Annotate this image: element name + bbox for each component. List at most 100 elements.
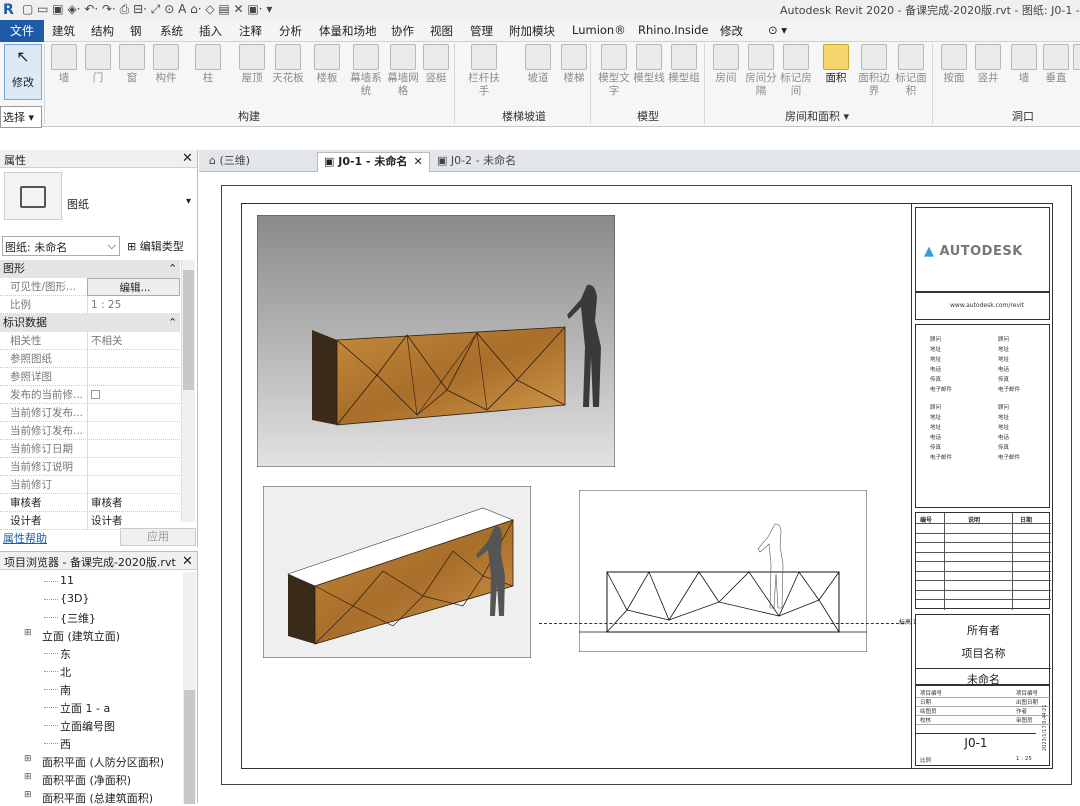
properties-scrollbar[interactable] <box>181 260 195 522</box>
window-icon <box>119 44 145 70</box>
menu-9[interactable]: 视图 <box>430 23 453 39</box>
tool-model-group-label: 模型组 <box>668 72 700 84</box>
tree-item[interactable]: 南 <box>60 682 71 698</box>
tool-curtain-system-button[interactable]: 幕墙系统 <box>350 44 382 98</box>
tool-stair-button[interactable]: 楼梯 <box>558 44 590 85</box>
tool-model-text-button[interactable]: 模型文字 <box>598 44 630 98</box>
expand-toggle[interactable]: ⊞ <box>24 754 32 764</box>
tool-curtain-grid-button[interactable]: 幕墙网格 <box>387 44 419 98</box>
menu-13[interactable]: Rhino.Inside <box>638 23 709 37</box>
menu-10[interactable]: 管理 <box>470 23 493 39</box>
tool-more-button[interactable]: 老 <box>1070 44 1080 85</box>
tree-item[interactable]: 立面 1 - a <box>60 700 110 716</box>
file-menu[interactable]: 文件 <box>0 20 44 42</box>
tree-item[interactable]: 北 <box>60 664 71 680</box>
tool-area-button[interactable]: 面积 <box>820 44 852 85</box>
menu-11[interactable]: 附加模块 <box>509 23 555 39</box>
menu-overflow[interactable]: ⊙ ▾ <box>768 23 787 37</box>
close-icon[interactable]: ✕ <box>182 151 193 166</box>
tool-ramp-button[interactable]: 坡道 <box>522 44 554 85</box>
section-identity[interactable]: 标识数据 ⌃ <box>0 314 180 332</box>
tree-item[interactable]: 立面编号图 <box>60 718 115 734</box>
tool-model-line-button[interactable]: 模型线 <box>633 44 665 85</box>
tree-item[interactable]: {3D} <box>60 592 89 605</box>
close-icon[interactable]: ✕ <box>182 554 193 569</box>
tool-wall-opening-button[interactable]: 墙 <box>1008 44 1040 85</box>
property-value <box>87 404 180 422</box>
drawing-canvas[interactable]: 标高 1 ▲ AUTODESK www.autodesk.com/revit 顾… <box>199 172 1080 803</box>
render-view-perspective[interactable] <box>257 215 615 467</box>
tool-tag-room-button[interactable]: 标记房间 <box>780 44 812 98</box>
tool-wall-button[interactable]: 墙 <box>48 44 80 85</box>
instance-selector[interactable]: 图纸: 未命名 ⌵ <box>2 236 120 256</box>
tool-tag-area-button[interactable]: 标记面积 <box>895 44 927 98</box>
tool-roof-button[interactable]: 屋顶 <box>236 44 268 85</box>
tree-line <box>44 725 58 726</box>
expand-toggle[interactable]: ⊞ <box>24 628 32 638</box>
tree-item[interactable]: 11 <box>60 574 74 587</box>
tool-mullion-button[interactable]: 竖梃 <box>420 44 452 85</box>
menu-6[interactable]: 分析 <box>279 23 302 39</box>
tab-0[interactable]: ⌂ (三维) <box>203 152 256 172</box>
tree-item[interactable]: 西 <box>60 736 71 752</box>
tool-door-button[interactable]: 门 <box>82 44 114 85</box>
tool-floor-button[interactable]: 楼板 <box>311 44 343 85</box>
tab-1[interactable]: ▣ J0-1 - 未命名 ✕ <box>317 152 430 172</box>
menu-7[interactable]: 体量和场地 <box>319 23 377 39</box>
tree-item[interactable]: {三维} <box>60 610 96 626</box>
revit-logo-icon[interactable]: R <box>3 2 14 18</box>
render-view-axonometric[interactable] <box>263 486 531 658</box>
menu-4[interactable]: 插入 <box>199 23 222 39</box>
tool-railing-label: 栏杆扶手 <box>468 72 500 97</box>
edit-type-button[interactable]: ⊞ 编辑类型 <box>125 236 195 256</box>
tree-item[interactable]: 面积平面 (总建筑面积) <box>42 790 153 806</box>
revision-table: 编号 说明 日期 <box>915 512 1051 610</box>
tool-curtain-system-label: 幕墙系统 <box>350 72 382 97</box>
tool-ceiling-button[interactable]: 天花板 <box>272 44 304 85</box>
tool-model-line-label: 模型线 <box>633 72 665 84</box>
tool-model-group-button[interactable]: 模型组 <box>668 44 700 85</box>
menu-8[interactable]: 协作 <box>391 23 414 39</box>
browser-scrollbar[interactable] <box>183 572 196 804</box>
tree-item[interactable]: 面积平面 (净面积) <box>42 772 131 788</box>
tree-item[interactable]: 面积平面 (人防分区面积) <box>42 754 164 770</box>
type-dropdown-icon[interactable]: ▾ <box>186 196 191 207</box>
menu-0[interactable]: 建筑 <box>52 23 75 39</box>
tool-room-button[interactable]: 房间 <box>710 44 742 85</box>
wall-opening-icon <box>1011 44 1037 70</box>
tool-railing-button[interactable]: 栏杆扶手 <box>468 44 500 98</box>
close-icon[interactable]: ✕ <box>413 155 422 168</box>
tab-label: J0-1 - 未命名 <box>338 155 408 168</box>
tool-area-boundary-button[interactable]: 面积边界 <box>858 44 890 98</box>
menu-5[interactable]: 注释 <box>239 23 262 39</box>
property-value[interactable]: 编辑... <box>87 278 180 296</box>
select-dropdown[interactable]: 选择 ▾ <box>0 106 42 128</box>
section-graphics[interactable]: 图形 ⌃ <box>0 260 180 278</box>
tool-mullion-label: 竖梃 <box>425 72 447 84</box>
menu-1[interactable]: 结构 <box>91 23 114 39</box>
modify-button[interactable]: ↖ 修改 <box>4 44 42 100</box>
tool-column-button[interactable]: 柱 <box>192 44 224 85</box>
quick-access-toolbar[interactable]: ▢ ▭ ▣ ◈· ↶· ↷· ⎙ ⊟· ⤢ ⊙ A ⌂· ◇ ▤ ✕ ▣· ▾ <box>22 2 272 17</box>
property-row: 当前修订发布... <box>0 422 180 440</box>
tree-item[interactable]: 立面 (建筑立面) <box>42 628 120 644</box>
tool-component-button[interactable]: 构件 <box>150 44 182 85</box>
tree-item[interactable]: 东 <box>60 646 71 662</box>
properties-help-link[interactable]: 属性帮助 <box>3 530 47 546</box>
apply-button[interactable]: 应用 <box>120 528 196 546</box>
tool-room-separator-button[interactable]: 房间分隔 <box>745 44 777 98</box>
tool-by-face-button[interactable]: 按面 <box>938 44 970 85</box>
menu-3[interactable]: 系统 <box>160 23 183 39</box>
tool-window-button[interactable]: 窗 <box>116 44 148 85</box>
menu-2[interactable]: 钢 <box>130 23 142 39</box>
menu-12[interactable]: Lumion® <box>572 23 626 37</box>
menu-14[interactable]: 修改 <box>720 23 743 39</box>
checkbox[interactable] <box>91 390 100 399</box>
tool-roof-label: 屋顶 <box>241 72 263 84</box>
tool-vertical-button[interactable]: 垂直 <box>1040 44 1072 85</box>
expand-toggle[interactable]: ⊞ <box>24 790 32 800</box>
elevation-view[interactable] <box>579 490 867 652</box>
expand-toggle[interactable]: ⊞ <box>24 772 32 782</box>
tool-shaft-button[interactable]: 竖井 <box>972 44 1004 85</box>
tab-2[interactable]: ▣ J0-2 - 未命名 <box>431 152 522 172</box>
